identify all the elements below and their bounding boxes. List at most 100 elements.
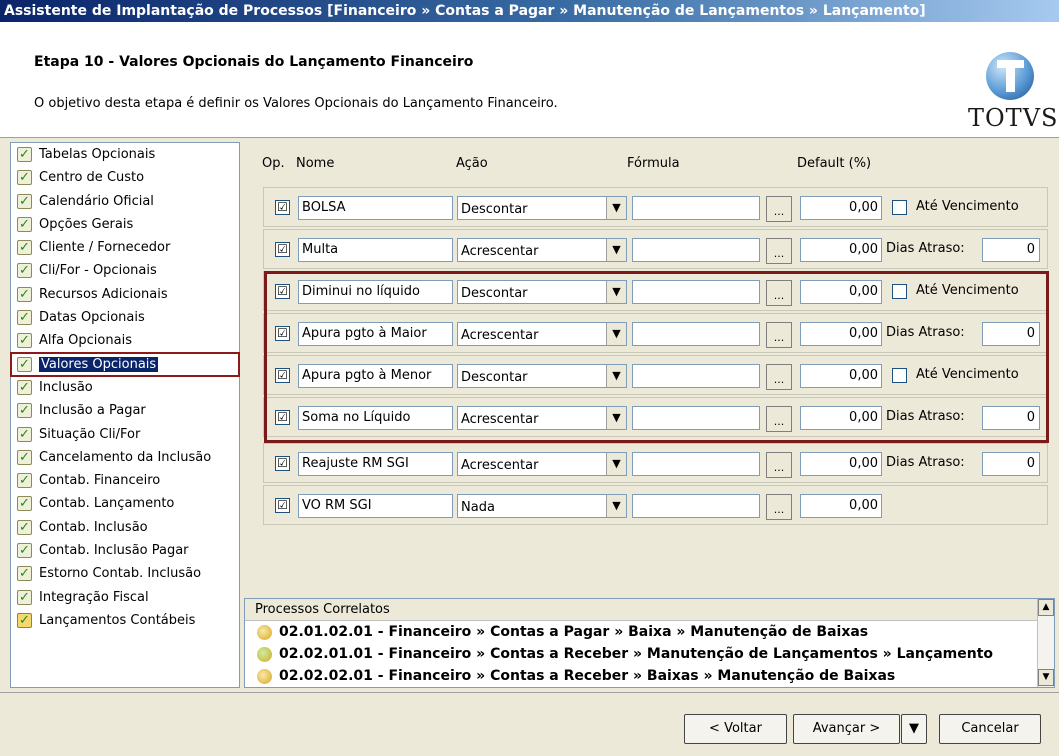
avancar-button[interactable]: Avançar >: [793, 714, 900, 744]
name-field[interactable]: VO RM SGI: [298, 494, 453, 518]
sidebar-item[interactable]: ✓ Opções Gerais: [11, 213, 239, 236]
row-enable-checkbox[interactable]: ☑: [275, 410, 290, 425]
dias-atraso-field[interactable]: 0: [982, 322, 1040, 346]
sidebar-item[interactable]: ✓ Inclusão a Pagar: [11, 399, 239, 422]
sidebar-item[interactable]: ✓ Cli/For - Opcionais: [11, 259, 239, 282]
dias-atraso-field[interactable]: 0: [982, 452, 1040, 476]
acao-select[interactable]: Acrescentar ▼: [457, 406, 627, 430]
default-field[interactable]: 0,00: [800, 196, 882, 220]
sidebar-item[interactable]: ✓ Inclusão: [11, 376, 239, 399]
chevron-down-icon[interactable]: ▼: [606, 407, 626, 429]
voltar-button[interactable]: < Voltar: [684, 714, 787, 744]
name-field[interactable]: Multa: [298, 238, 453, 262]
default-field[interactable]: 0,00: [800, 280, 882, 304]
chevron-down-icon[interactable]: ▼: [606, 239, 626, 261]
globe-icon: [986, 52, 1034, 100]
process-icon: [257, 669, 272, 684]
sidebar-item[interactable]: ✓ Datas Opcionais: [11, 306, 239, 329]
acao-select[interactable]: Nada ▼: [457, 494, 627, 518]
row-enable-checkbox[interactable]: ☑: [275, 326, 290, 341]
sidebar-item[interactable]: ✓ Contab. Financeiro: [11, 469, 239, 492]
name-field[interactable]: Reajuste RM SGI: [298, 452, 453, 476]
sidebar-item[interactable]: ✓ Cliente / Fornecedor: [11, 236, 239, 259]
row-enable-checkbox[interactable]: ☑: [275, 284, 290, 299]
dias-atraso-field[interactable]: 0: [982, 406, 1040, 430]
row-enable-checkbox[interactable]: ☑: [275, 368, 290, 383]
chevron-down-icon[interactable]: ▼: [606, 495, 626, 517]
formula-field[interactable]: [632, 494, 760, 518]
formula-browse-button[interactable]: ...: [766, 196, 792, 222]
formula-field[interactable]: [632, 406, 760, 430]
default-field[interactable]: 0,00: [800, 406, 882, 430]
chevron-down-icon[interactable]: ▼: [606, 197, 626, 219]
row-enable-checkbox[interactable]: ☑: [275, 456, 290, 471]
sidebar-item[interactable]: ✓ Recursos Adicionais: [11, 283, 239, 306]
avancar-dropdown-button[interactable]: ▼: [901, 714, 927, 744]
sidebar-item[interactable]: ✓ Cancelamento da Inclusão: [11, 446, 239, 469]
formula-browse-button[interactable]: ...: [766, 494, 792, 520]
acao-select[interactable]: Descontar ▼: [457, 196, 627, 220]
formula-field[interactable]: [632, 452, 760, 476]
formula-field[interactable]: [632, 322, 760, 346]
sidebar-item[interactable]: ✓ Estorno Contab. Inclusão: [11, 562, 239, 585]
formula-browse-button[interactable]: ...: [766, 280, 792, 306]
acao-select[interactable]: Acrescentar ▼: [457, 238, 627, 262]
name-field[interactable]: Diminui no líquido: [298, 280, 453, 304]
formula-field[interactable]: [632, 280, 760, 304]
ate-vencimento-checkbox[interactable]: [892, 368, 907, 383]
formula-browse-button[interactable]: ...: [766, 406, 792, 432]
default-field[interactable]: 0,00: [800, 322, 882, 346]
chevron-down-icon[interactable]: ▼: [606, 453, 626, 475]
formula-browse-button[interactable]: ...: [766, 238, 792, 264]
scroll-down-icon[interactable]: ▼: [1038, 669, 1054, 686]
acao-select[interactable]: Descontar ▼: [457, 364, 627, 388]
formula-field[interactable]: [632, 196, 760, 220]
name-field[interactable]: Apura pgto à Maior: [298, 322, 453, 346]
acao-value: Acrescentar: [461, 412, 539, 427]
chevron-down-icon[interactable]: ▼: [606, 365, 626, 387]
cancelar-button[interactable]: Cancelar: [939, 714, 1041, 744]
formula-browse-button[interactable]: ...: [766, 364, 792, 390]
chevron-down-icon[interactable]: ▼: [606, 323, 626, 345]
process-icon: [257, 647, 272, 662]
sidebar-item[interactable]: ✓ Lançamentos Contábeis: [11, 609, 239, 632]
acao-select[interactable]: Acrescentar ▼: [457, 322, 627, 346]
default-field[interactable]: 0,00: [800, 494, 882, 518]
sidebar-item[interactable]: ✓ Centro de Custo: [11, 166, 239, 189]
sidebar-item-label: Centro de Custo: [39, 170, 145, 186]
sidebar-item[interactable]: ✓ Valores Opcionais: [10, 351, 240, 377]
default-field[interactable]: 0,00: [800, 364, 882, 388]
scroll-up-icon[interactable]: ▲: [1038, 599, 1054, 616]
name-field[interactable]: Soma no Líquido: [298, 406, 453, 430]
formula-browse-button[interactable]: ...: [766, 452, 792, 478]
default-field[interactable]: 0,00: [800, 238, 882, 262]
dias-atraso-field[interactable]: 0: [982, 238, 1040, 262]
formula-field[interactable]: [632, 238, 760, 262]
row-enable-checkbox[interactable]: ☑: [275, 242, 290, 257]
name-field[interactable]: BOLSA: [298, 196, 453, 220]
sidebar-item[interactable]: ✓ Situação Cli/For: [11, 423, 239, 446]
sidebar-item[interactable]: ✓ Tabelas Opcionais: [11, 143, 239, 166]
sidebar-item[interactable]: ✓ Calendário Oficial: [11, 190, 239, 213]
sidebar-item-label: Integração Fiscal: [39, 589, 149, 605]
processos-scrollbar[interactable]: ▲ ▼: [1037, 599, 1054, 687]
sidebar-item[interactable]: ✓ Contab. Inclusão: [11, 516, 239, 539]
default-field[interactable]: 0,00: [800, 452, 882, 476]
formula-field[interactable]: [632, 364, 760, 388]
formula-browse-button[interactable]: ...: [766, 322, 792, 348]
sidebar-item[interactable]: ✓ Contab. Inclusão Pagar: [11, 539, 239, 562]
acao-select[interactable]: Acrescentar ▼: [457, 452, 627, 476]
processo-link[interactable]: 02.02.01.01 - Financeiro » Contas a Rece…: [245, 643, 1054, 665]
ate-vencimento-checkbox[interactable]: [892, 284, 907, 299]
acao-select[interactable]: Descontar ▼: [457, 280, 627, 304]
sidebar-item[interactable]: ✓ Contab. Lançamento: [11, 492, 239, 515]
processo-link[interactable]: 02.01.02.01 - Financeiro » Contas a Paga…: [245, 621, 1054, 643]
ate-vencimento-checkbox[interactable]: [892, 200, 907, 215]
row-enable-checkbox[interactable]: ☑: [275, 498, 290, 513]
row-enable-checkbox[interactable]: ☑: [275, 200, 290, 215]
sidebar-item[interactable]: ✓ Alfa Opcionais: [11, 329, 239, 352]
processo-link[interactable]: 02.02.02.01 - Financeiro » Contas a Rece…: [245, 665, 1054, 687]
sidebar-item[interactable]: ✓ Integração Fiscal: [11, 586, 239, 609]
name-field[interactable]: Apura pgto à Menor: [298, 364, 453, 388]
chevron-down-icon[interactable]: ▼: [606, 281, 626, 303]
